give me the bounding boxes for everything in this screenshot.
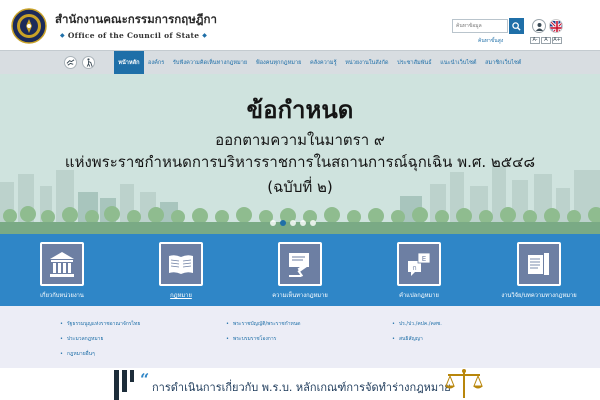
nav-item-home[interactable]: หน้าหลัก [114, 51, 144, 75]
bullet-icon: ◆ [60, 32, 65, 39]
svc-icon-box: E ก [397, 242, 441, 286]
sign-language-button[interactable] [64, 56, 77, 69]
sublink-royal-command[interactable]: พระบรมราชโองการ [226, 335, 276, 343]
nav-item-knowledge[interactable]: คลังความรู้ [306, 51, 341, 75]
banner-title: ข้อกำหนด [246, 96, 354, 124]
banner-subtitle-3: (ฉบับที่ ๒) [267, 178, 333, 196]
services-bar: เกี่ยวกับหน่วยงาน กฎหมาย ความเห็นทางกฎหม… [0, 234, 600, 306]
service-label: ความเห็นทางกฎหมาย [272, 293, 328, 299]
slide-dot[interactable] [290, 220, 296, 226]
accessibility-button[interactable] [82, 56, 95, 69]
svc-icon-box [40, 242, 84, 286]
nav-item-organization[interactable]: องค์กร [144, 51, 169, 75]
documents-icon [528, 253, 549, 275]
sublink-acts[interactable]: พระราชบัญญัติ/พระราชกำหนด [226, 320, 301, 328]
book-icon [169, 255, 193, 274]
org-name-thai: สำนักงานคณะกรรมการกฤษฎีกา [55, 12, 217, 26]
service-law-translation[interactable]: E ก คำแปลกฎหมาย [378, 242, 460, 300]
nav-item-public-relations[interactable]: ประชาสัมพันธ์ [393, 51, 436, 75]
featured-text: การดำเนินการเกี่ยวกับ พ.ร.บ. หลักเกณฑ์กา… [152, 381, 451, 394]
advanced-search-link[interactable]: ค้นหาขั้นสูง [478, 37, 503, 45]
nav-menu: หน้าหลัก องค์กร รับฟังความคิดเห็นทางกฎหม… [114, 51, 526, 75]
council-seal-logo[interactable] [11, 8, 47, 44]
slide-dot-active[interactable] [280, 220, 286, 226]
svc-icon-box [278, 242, 322, 286]
slide-dot[interactable] [310, 220, 316, 226]
slide-dot[interactable] [270, 220, 276, 226]
slide-dot[interactable] [300, 220, 306, 226]
service-label: เกี่ยวกับหน่วยงาน [40, 293, 84, 299]
banner-subtitle-2: แห่งพระราชกำหนดการบริหารราชการในสถานการณ… [64, 153, 536, 171]
search-button[interactable] [509, 18, 524, 34]
sublink-constitution[interactable]: รัฐธรรมนูญแห่งราชอาณาจักรไทย [60, 320, 140, 328]
sublink-treaties[interactable]: สนธิสัญญา [392, 335, 423, 343]
font-size-controls: A- A A+ [530, 37, 562, 44]
blind-person-icon [86, 58, 93, 67]
nav-item-agencies[interactable]: หน่วยงานในสังกัด [341, 51, 393, 75]
font-decrease-button[interactable]: A- [530, 37, 540, 44]
slide-indicators [270, 220, 316, 226]
scales-of-justice-icon [445, 369, 483, 398]
font-normal-button[interactable]: A [541, 37, 551, 44]
service-law[interactable]: กฎหมาย [140, 242, 222, 300]
main-navigation: หน้าหลัก องค์กร รับฟังความคิดเห็นทางกฎหม… [0, 50, 600, 75]
user-login-button[interactable] [532, 19, 546, 33]
service-legal-opinion[interactable]: ความเห็นทางกฎหมาย [259, 242, 341, 300]
building-icon [50, 252, 74, 277]
sublink-other-laws[interactable]: กฎหมายอื่นๆ [60, 350, 95, 358]
font-increase-button[interactable]: A+ [552, 37, 562, 44]
service-about[interactable]: เกี่ยวกับหน่วยงาน [21, 242, 103, 300]
language-english-button[interactable] [549, 19, 563, 33]
nav-item-members[interactable]: สมาชิกเว็บไซต์ [481, 51, 526, 75]
service-label: งานวิจัย/บทความทางกฎหมาย [501, 293, 577, 299]
org-name-english: ◆ Office of the Council of State ◆ [60, 31, 207, 40]
nav-item-public-hearing[interactable]: รับฟังความคิดเห็นทางกฎหมาย [169, 51, 252, 75]
bullet-icon: ◆ [202, 32, 208, 39]
svc-icon-box [159, 242, 203, 286]
svg-text:E: E [422, 255, 426, 263]
featured-banner[interactable]: “ การดำเนินการเกี่ยวกับ พ.ร.บ. หลักเกณฑ์… [0, 368, 600, 400]
gavel-icon [289, 253, 309, 277]
service-label: กฎหมาย [170, 293, 192, 299]
translate-icon: E ก [408, 252, 431, 276]
service-research[interactable]: งานวิจัย/บทความทางกฎหมาย [498, 242, 580, 300]
bars-graphic [114, 370, 134, 400]
nav-item-law-search[interactable]: ฟ้องคนทุกกฎหมาย [251, 51, 305, 75]
service-label: คำแปลกฎหมาย [399, 293, 439, 299]
law-sublinks-panel: รัฐธรรมนูญแห่งราชอาณาจักรไทย ประมวลกฎหมา… [0, 306, 600, 368]
svg-text:ก: ก [412, 264, 416, 272]
uk-flag-icon [550, 20, 562, 32]
search-icon [512, 21, 521, 31]
banner-subtitle-1: ออกตามความในมาตรา ๙ [215, 131, 385, 149]
search-input[interactable] [452, 19, 508, 33]
nav-item-recommended-sites[interactable]: แนะนำเว็บไซต์ [436, 51, 481, 75]
hero-banner[interactable]: ข้อกำหนด ออกตามความในมาตรา ๙ แห่งพระราชก… [0, 74, 600, 234]
sublink-code[interactable]: ประมวลกฎหมาย [60, 335, 103, 343]
sign-language-icon [66, 59, 75, 66]
quote-icon: “ [140, 370, 150, 389]
sublink-announcements[interactable]: ปร./ปว./คปค./คสช. [392, 320, 442, 328]
svc-icon-box [517, 242, 561, 286]
org-name-english-text: Office of the Council of State [67, 31, 200, 40]
user-icon [535, 22, 543, 31]
site-header: สำนักงานคณะกรรมการกฤษฎีกา ◆ Office of th… [0, 0, 600, 50]
